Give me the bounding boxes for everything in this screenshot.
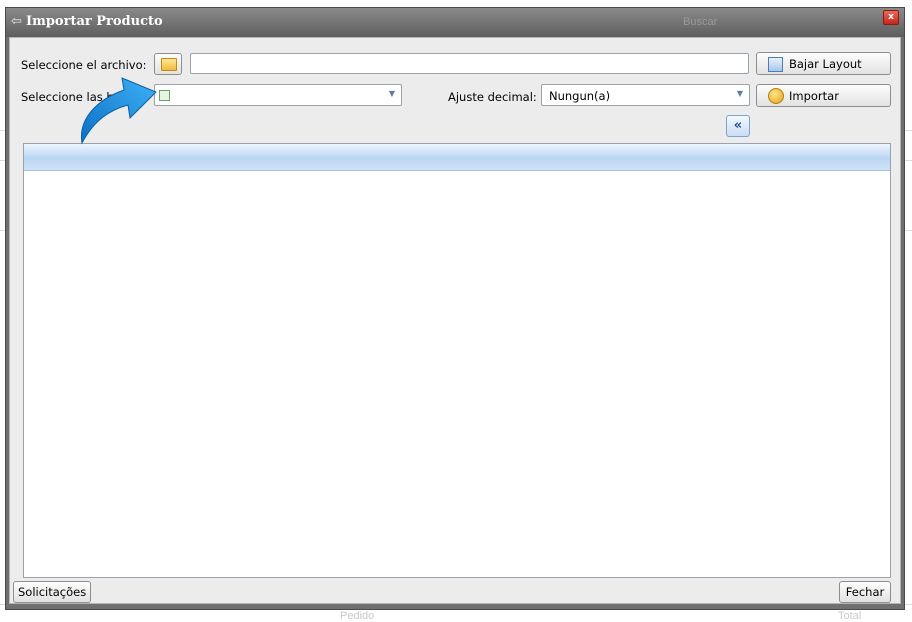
background-search-field: Buscar bbox=[683, 16, 718, 28]
download-layout-button[interactable]: Bajar Layout bbox=[756, 52, 891, 75]
requests-button[interactable]: Solicitações bbox=[13, 581, 92, 603]
back-arrow-icon[interactable]: ⇦ bbox=[11, 14, 22, 29]
download-layout-label: Bajar Layout bbox=[789, 57, 862, 71]
download-layout-icon bbox=[768, 57, 783, 72]
import-icon bbox=[768, 88, 784, 104]
import-label: Importar bbox=[789, 89, 839, 103]
chevron-down-icon: ▼ bbox=[736, 89, 743, 98]
close-icon[interactable]: x bbox=[883, 10, 899, 25]
import-product-dialog: ⇦ Importar Producto Buscar x Seleccione … bbox=[5, 7, 905, 610]
chevron-down-icon: ▼ bbox=[388, 89, 395, 98]
decimal-label: Ajuste decimal: bbox=[448, 90, 537, 104]
decimal-select-value: Nungun(a) bbox=[549, 89, 611, 103]
grid-header bbox=[24, 144, 890, 171]
bg-text-pedido: Pedido bbox=[340, 610, 375, 622]
dialog-titlebar[interactable]: ⇦ Importar Producto Buscar x bbox=[6, 8, 904, 37]
import-button[interactable]: Importar bbox=[756, 84, 891, 107]
collapse-button[interactable]: « bbox=[726, 115, 750, 137]
close-dialog-button[interactable]: Fechar bbox=[839, 581, 891, 603]
import-data-grid[interactable] bbox=[23, 143, 891, 578]
annotation-arrow-icon bbox=[80, 77, 157, 145]
bg-text-total: Total bbox=[838, 610, 862, 622]
dialog-title: Importar Producto bbox=[26, 14, 163, 29]
file-path-input[interactable] bbox=[190, 53, 749, 74]
decimal-select[interactable]: Nungun(a) ▼ bbox=[541, 84, 750, 106]
sheet-select[interactable]: ▼ bbox=[154, 84, 402, 106]
